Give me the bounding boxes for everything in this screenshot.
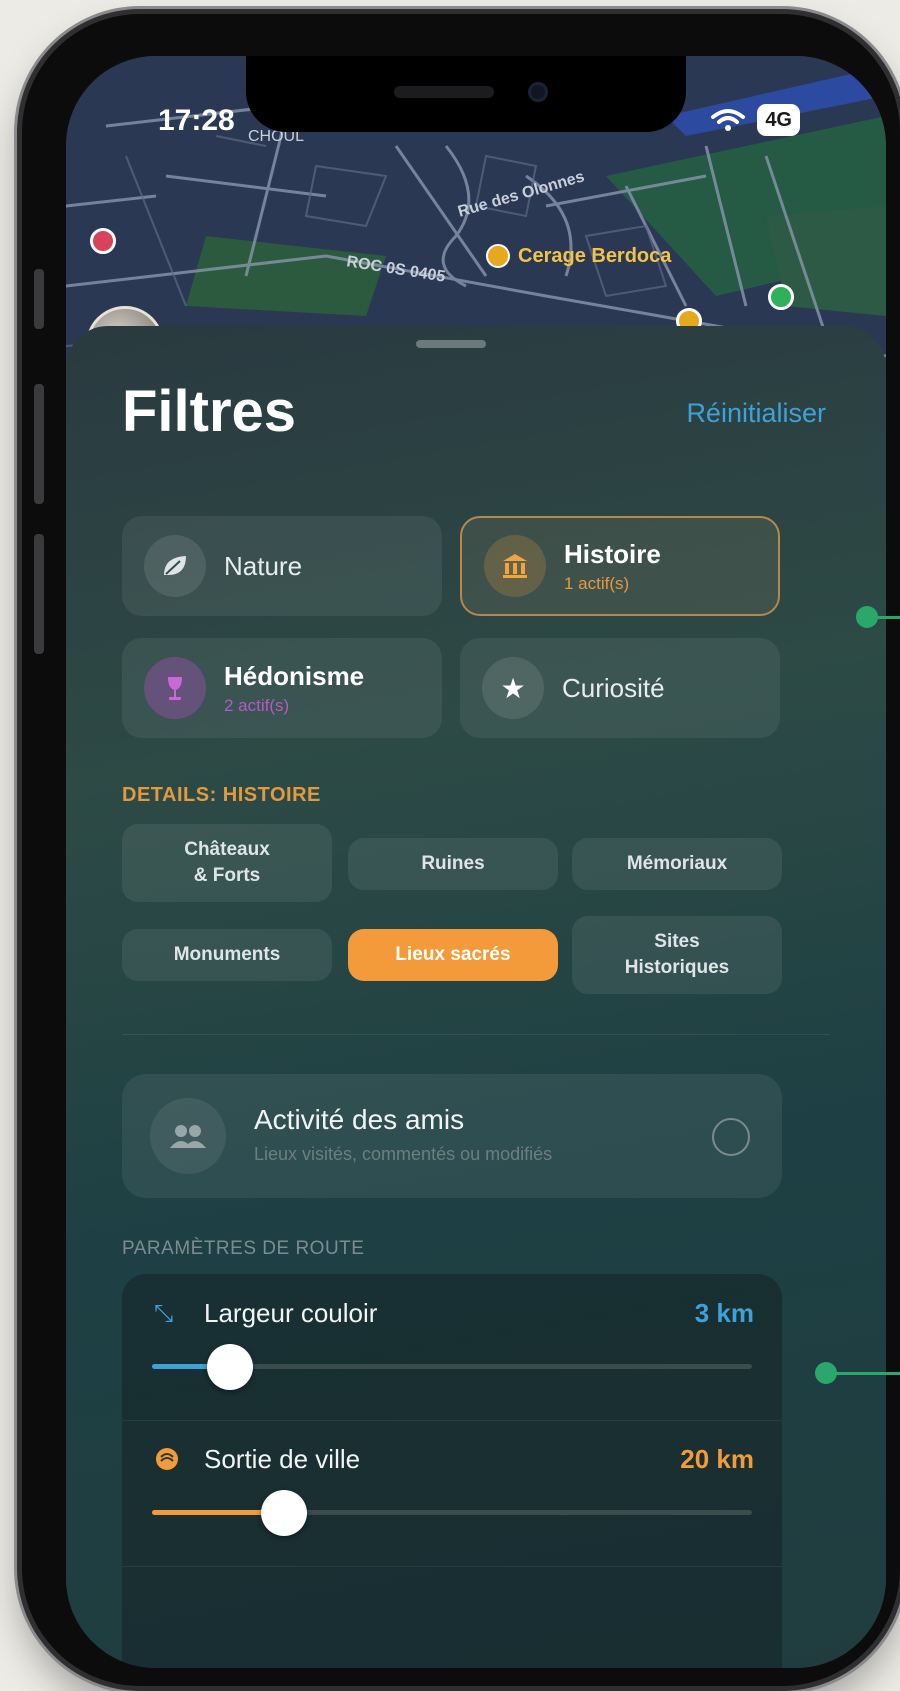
category-curiosite[interactable]: ★ Curiosité	[460, 638, 780, 738]
slider-thumb[interactable]	[207, 1344, 253, 1390]
screen: Cerage Berdoca ROC 0S 0405 Rue des Olonn…	[66, 56, 886, 1668]
wine-glass-icon	[144, 657, 206, 719]
front-camera	[528, 82, 548, 102]
route-value: 3 km	[694, 1298, 754, 1328]
section-divider	[122, 1034, 830, 1035]
map-place-label: Cerage Berdoca	[518, 244, 672, 267]
category-active-count: 2 actif(s)	[224, 695, 290, 715]
category-label: Nature	[224, 550, 303, 581]
volume-up-button	[34, 384, 44, 504]
map-poi-green-icon[interactable]	[768, 284, 794, 310]
friends-activity-toggle[interactable]	[712, 1118, 750, 1156]
place-pin-icon	[486, 244, 510, 268]
mute-switch	[34, 269, 44, 329]
corridor-slider[interactable]	[152, 1344, 752, 1390]
status-time: 17:28	[158, 104, 235, 137]
speaker	[394, 86, 494, 98]
city-exit-icon	[154, 1446, 180, 1479]
category-nature[interactable]: Nature	[122, 516, 442, 616]
friends-activity-title: Activité des amis	[254, 1104, 465, 1135]
chip-lieux-sacres[interactable]: Lieux sacrés	[348, 929, 558, 981]
wifi-icon	[711, 109, 746, 131]
row-divider	[122, 1566, 782, 1567]
route-value: 20 km	[680, 1444, 754, 1474]
chip-sites-historiques[interactable]: Sites Historiques	[572, 916, 782, 994]
filters-sheet: Filtres Réinitialiser Nature Histoire 1 …	[66, 326, 886, 1668]
sheet-title: Filtres	[122, 379, 297, 444]
chip-memoriaux[interactable]: Mémoriaux	[572, 838, 782, 890]
map-poi-red-icon[interactable]	[90, 228, 116, 254]
friends-activity-subtitle: Lieux visités, commentés ou modifiés	[254, 1144, 553, 1164]
annotation-line	[870, 616, 900, 619]
category-hedonisme[interactable]: Hédonisme 2 actif(s)	[122, 638, 442, 738]
people-icon	[150, 1098, 226, 1174]
category-label: Histoire	[564, 538, 661, 569]
annotation-line	[830, 1372, 900, 1375]
network-badge: 4G	[757, 104, 800, 136]
category-active-count: 1 actif(s)	[564, 573, 630, 593]
museum-icon	[484, 535, 546, 597]
chip-chateaux[interactable]: Châteaux & Forts	[122, 824, 332, 902]
route-row-city-exit: Sortie de ville 20 km	[122, 1420, 782, 1567]
expand-arrows-icon: ⤡	[154, 1300, 174, 1327]
city-exit-slider[interactable]	[152, 1490, 752, 1536]
category-histoire[interactable]: Histoire 1 actif(s)	[460, 516, 780, 616]
friends-activity-card[interactable]: Activité des amis Lieux visités, comment…	[122, 1074, 782, 1198]
category-label: Curiosité	[562, 672, 665, 703]
volume-down-button	[34, 534, 44, 654]
route-row-corridor: ⤡ Largeur couloir 3 km	[122, 1274, 782, 1421]
chip-ruines[interactable]: Ruines	[348, 838, 558, 890]
sheet-grabber[interactable]	[416, 340, 486, 348]
star-icon: ★	[482, 657, 544, 719]
leaf-icon	[144, 535, 206, 597]
route-label: Largeur couloir	[204, 1298, 378, 1328]
chip-monuments[interactable]: Monuments	[122, 929, 332, 981]
details-section-label: DETAILS: HISTOIRE	[122, 784, 321, 806]
phone-frame: Cerage Berdoca ROC 0S 0405 Rue des Olonn…	[22, 14, 900, 1686]
category-label: Hédonisme	[224, 660, 365, 691]
route-section-label: PARAMÈTRES DE ROUTE	[122, 1238, 365, 1259]
route-label: Sortie de ville	[204, 1444, 361, 1474]
status-icons: 4G	[711, 104, 800, 136]
map-place-marker[interactable]: Cerage Berdoca	[486, 244, 671, 268]
reset-button[interactable]: Réinitialiser	[686, 398, 826, 429]
route-settings-card: ⤡ Largeur couloir 3 km Sortie de ville 2…	[122, 1274, 782, 1668]
slider-thumb[interactable]	[261, 1490, 307, 1536]
notch	[246, 56, 686, 132]
